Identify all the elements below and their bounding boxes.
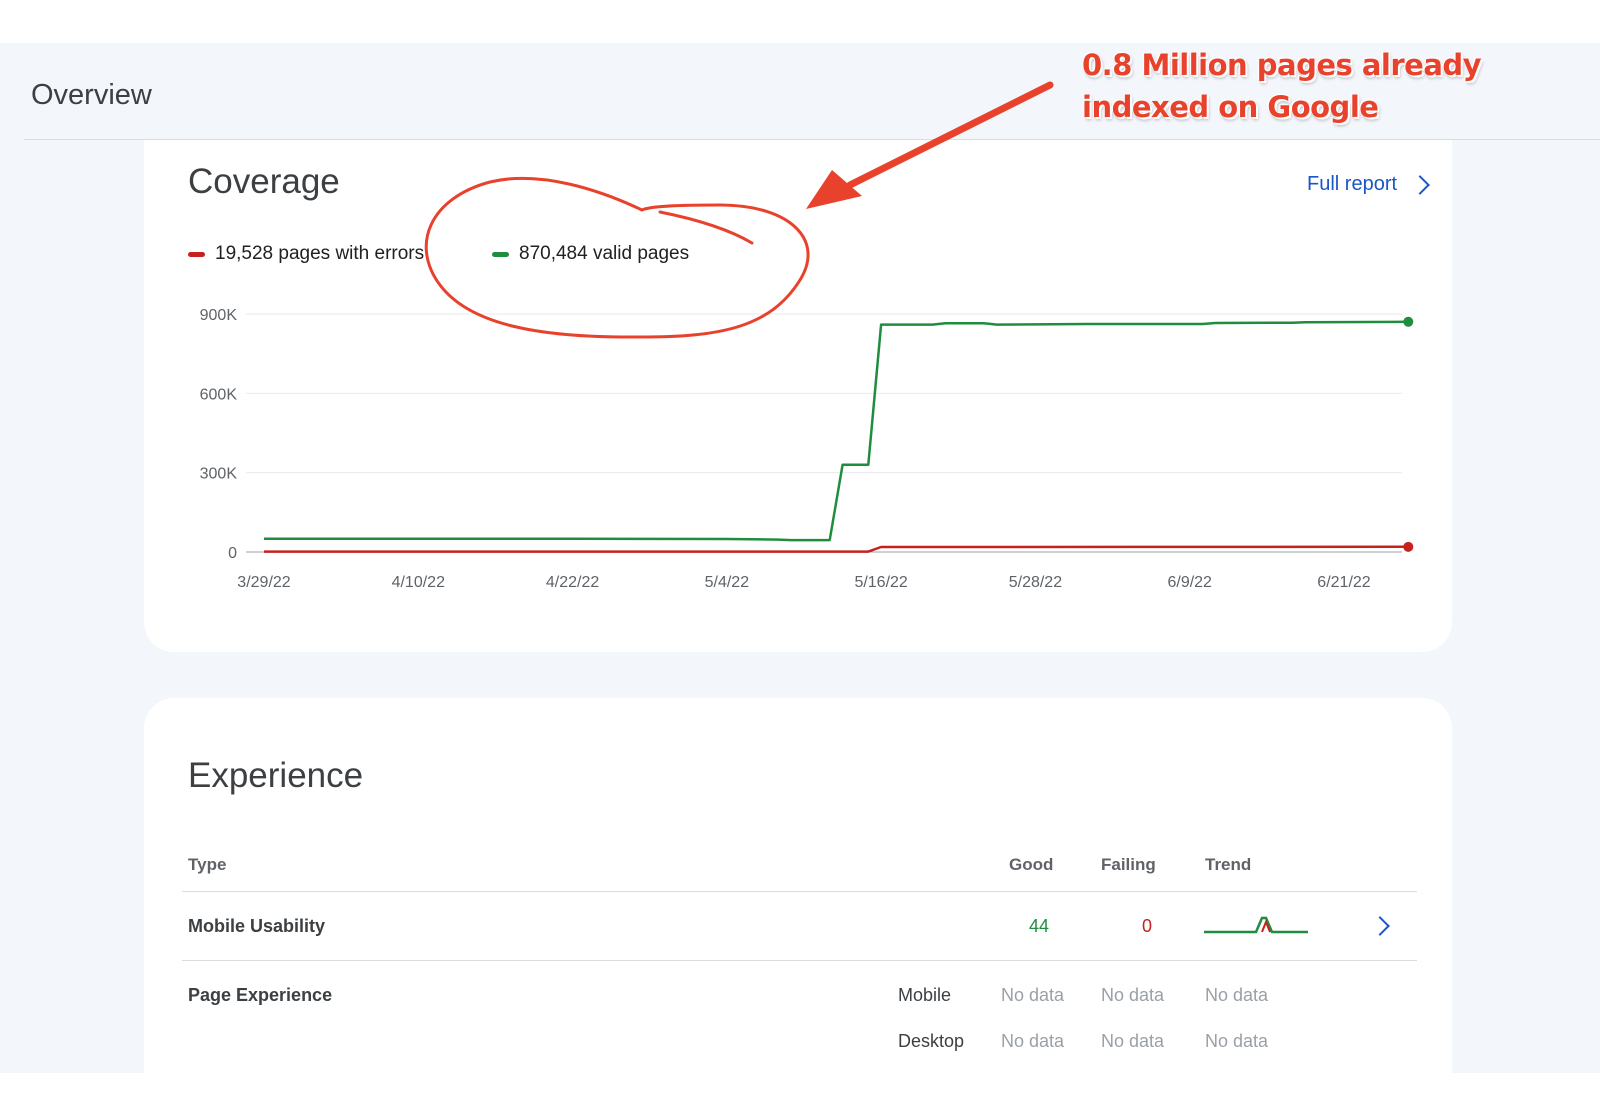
subrow-device-label: Mobile xyxy=(898,985,952,1005)
x-tick-label: 6/9/22 xyxy=(1167,574,1212,591)
subrow-failing-value: No data xyxy=(1101,985,1165,1005)
subrow-failing-value: No data xyxy=(1101,1031,1165,1051)
top-bar xyxy=(0,0,1600,43)
row-failing-value: 0 xyxy=(1142,916,1153,936)
coverage-card: Coverage Full report 19,528 pages with e… xyxy=(144,140,1452,652)
x-tick-label: 5/4/22 xyxy=(705,574,750,591)
row-type-label: Mobile Usability xyxy=(188,916,326,936)
subrow-good-value: No data xyxy=(1001,985,1065,1005)
series-end-point xyxy=(1403,316,1414,327)
x-tick-label: 6/21/22 xyxy=(1317,574,1370,591)
x-tick-label: 3/29/22 xyxy=(237,574,290,591)
x-tick-label: 4/10/22 xyxy=(392,574,445,591)
table-divider xyxy=(182,960,1417,961)
column-header-trend: Trend xyxy=(1205,855,1252,874)
annotation-callout: 0.8 Million pages already indexed on Goo… xyxy=(1082,44,1502,128)
annotation-line-2: indexed on Google xyxy=(1082,90,1379,124)
y-tick-label: 0 xyxy=(228,545,237,562)
series-line xyxy=(264,320,1409,542)
y-tick-label: 600K xyxy=(200,386,238,403)
x-tick-label: 5/28/22 xyxy=(1009,574,1062,591)
row-type-label: Page Experience xyxy=(188,985,333,1005)
experience-title: Experience xyxy=(188,756,364,795)
column-header-good: Good xyxy=(1009,855,1054,874)
coverage-chart: 0 300K 600K 900K 3/29/22 4/10/22 4/22/22 5/4/22… xyxy=(200,307,1414,591)
subrow-good-value: No data xyxy=(1001,1031,1065,1051)
x-tick-label: 4/22/22 xyxy=(546,574,599,591)
subrow-device-label: Desktop xyxy=(898,1031,965,1051)
page-title: Overview xyxy=(31,79,152,111)
annotation-line-1: 0.8 Million pages already xyxy=(1082,48,1482,82)
y-tick-label: 900K xyxy=(200,307,238,324)
column-header-type: Type xyxy=(188,855,227,874)
y-tick-label: 300K xyxy=(200,466,238,483)
chevron-right-icon[interactable] xyxy=(1370,916,1390,936)
series-end-point xyxy=(1403,541,1414,552)
column-header-failing: Failing xyxy=(1101,855,1156,874)
table-divider xyxy=(182,891,1417,892)
x-tick-label: 5/16/22 xyxy=(854,574,907,591)
row-good-value: 44 xyxy=(1029,916,1050,936)
subrow-trend-value: No data xyxy=(1205,1031,1269,1051)
trend-sparkline xyxy=(1204,916,1308,934)
experience-card: Experience Type Good Failing Trend Mobil… xyxy=(144,698,1452,1098)
series-line xyxy=(264,545,1409,553)
subrow-trend-value: No data xyxy=(1205,985,1269,1005)
